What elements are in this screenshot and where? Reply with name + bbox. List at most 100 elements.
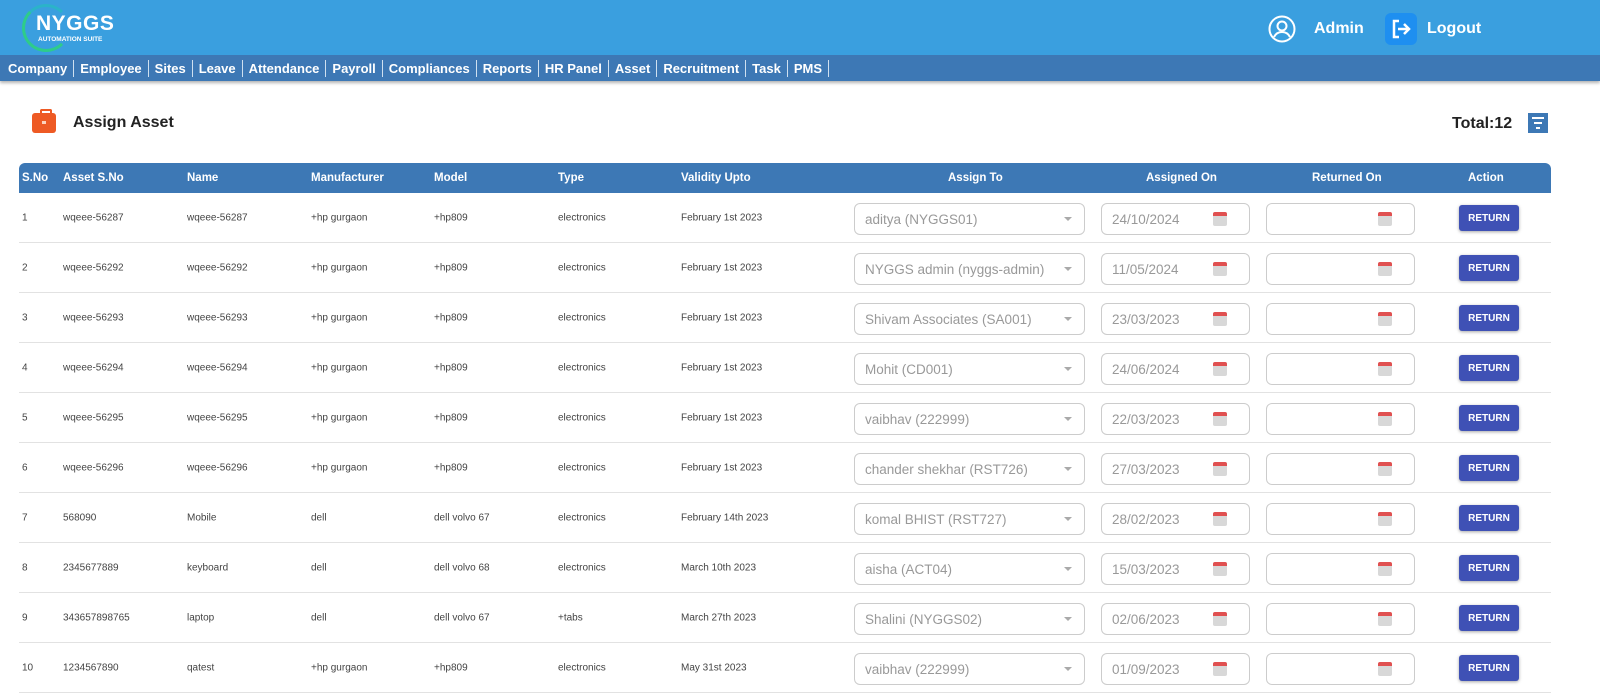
- assign-to-select[interactable]: chander shekhar (RST726): [854, 453, 1085, 485]
- return-button[interactable]: RETURN: [1459, 505, 1519, 531]
- column-header: Name: [187, 172, 219, 184]
- nav-asset[interactable]: Asset: [609, 59, 658, 77]
- cell-mfr: +hp gurgaon: [311, 412, 368, 423]
- calendar-icon[interactable]: [1213, 562, 1227, 576]
- column-header: Type: [558, 172, 584, 184]
- calendar-icon[interactable]: [1213, 612, 1227, 626]
- assign-to-value: vaibhav (222999): [865, 411, 970, 427]
- calendar-icon[interactable]: [1378, 362, 1392, 376]
- assigned-on-input[interactable]: 22/03/2023: [1101, 403, 1250, 435]
- assigned-on-input[interactable]: 24/10/2024: [1101, 203, 1250, 235]
- cell-asset: 568090: [63, 512, 97, 523]
- assign-to-select[interactable]: komal BHIST (RST727): [854, 503, 1085, 535]
- returned-on-input[interactable]: [1266, 253, 1415, 285]
- calendar-icon[interactable]: [1213, 662, 1227, 676]
- nav-company[interactable]: Company: [2, 59, 75, 77]
- calendar-icon[interactable]: [1378, 512, 1392, 526]
- filter-icon[interactable]: [1528, 113, 1548, 133]
- assigned-on-input[interactable]: 01/09/2023: [1101, 653, 1250, 685]
- cell-validity: March 10th 2023: [681, 562, 757, 573]
- table-row: 9 343657898765 laptop dell dell volvo 67 +tab…: [19, 593, 1551, 643]
- return-button[interactable]: RETURN: [1459, 255, 1519, 281]
- calendar-icon[interactable]: [1213, 362, 1227, 376]
- returned-on-input[interactable]: [1266, 553, 1415, 585]
- assign-to-select[interactable]: Shalini (NYGGS02): [854, 603, 1085, 635]
- assign-to-select[interactable]: NYGGS admin (nyggs-admin): [854, 253, 1085, 285]
- nav-task[interactable]: Task: [746, 59, 788, 77]
- returned-on-input[interactable]: [1266, 603, 1415, 635]
- assigned-on-value: 11/05/2024: [1112, 261, 1179, 277]
- assigned-on-value: 24/06/2024: [1112, 361, 1180, 377]
- returned-on-input[interactable]: [1266, 653, 1415, 685]
- return-button[interactable]: RETURN: [1459, 405, 1519, 431]
- calendar-icon[interactable]: [1378, 462, 1392, 476]
- return-button[interactable]: RETURN: [1459, 555, 1519, 581]
- cell-name: wqeee-56294: [187, 362, 248, 373]
- return-button[interactable]: RETURN: [1459, 655, 1519, 681]
- cell-sno: 7: [22, 512, 28, 523]
- calendar-icon[interactable]: [1213, 262, 1227, 276]
- nav-leave[interactable]: Leave: [193, 59, 243, 77]
- nav-payroll[interactable]: Payroll: [326, 59, 383, 77]
- table-row: 7 568090 Mobile dell dell volvo 67 electronic…: [19, 493, 1551, 543]
- assigned-on-input[interactable]: 23/03/2023: [1101, 303, 1250, 335]
- assigned-on-input[interactable]: 02/06/2023: [1101, 603, 1250, 635]
- cell-sno: 3: [22, 312, 28, 323]
- assigned-on-input[interactable]: 28/02/2023: [1101, 503, 1250, 535]
- assigned-on-input[interactable]: 24/06/2024: [1101, 353, 1250, 385]
- returned-on-input[interactable]: [1266, 503, 1415, 535]
- nav-sites[interactable]: Sites: [149, 59, 193, 77]
- return-button[interactable]: RETURN: [1459, 305, 1519, 331]
- returned-on-input[interactable]: [1266, 203, 1415, 235]
- calendar-icon[interactable]: [1378, 312, 1392, 326]
- briefcase-icon: [32, 109, 56, 133]
- cell-sno: 10: [22, 662, 34, 673]
- nav-reports[interactable]: Reports: [477, 59, 539, 77]
- assign-to-select[interactable]: aditya (NYGGS01): [854, 203, 1085, 235]
- assigned-on-input[interactable]: 15/03/2023: [1101, 553, 1250, 585]
- calendar-icon[interactable]: [1213, 512, 1227, 526]
- return-button[interactable]: RETURN: [1459, 355, 1519, 381]
- assign-to-select[interactable]: Mohit (CD001): [854, 353, 1085, 385]
- nav-hr-panel[interactable]: HR Panel: [539, 59, 609, 77]
- assign-to-value: aisha (ACT04): [865, 561, 953, 577]
- nav-compliances[interactable]: Compliances: [383, 59, 477, 77]
- assign-to-select[interactable]: Shivam Associates (SA001): [854, 303, 1085, 335]
- return-button[interactable]: RETURN: [1459, 605, 1519, 631]
- calendar-icon[interactable]: [1213, 412, 1227, 426]
- column-header: Validity Upto: [681, 172, 751, 184]
- return-button[interactable]: RETURN: [1459, 205, 1519, 231]
- calendar-icon[interactable]: [1213, 312, 1227, 326]
- assigned-on-input[interactable]: 27/03/2023: [1101, 453, 1250, 485]
- logout-button[interactable]: Logout: [1385, 13, 1481, 45]
- calendar-icon[interactable]: [1378, 612, 1392, 626]
- calendar-icon[interactable]: [1213, 462, 1227, 476]
- assign-to-value: Mohit (CD001): [865, 361, 953, 377]
- nav-attendance[interactable]: Attendance: [243, 59, 327, 77]
- assign-to-select[interactable]: aisha (ACT04): [854, 553, 1085, 585]
- nav-employee[interactable]: Employee: [74, 59, 149, 77]
- nav-pms[interactable]: PMS: [788, 59, 830, 77]
- cell-name: laptop: [187, 612, 215, 623]
- returned-on-input[interactable]: [1266, 403, 1415, 435]
- assigned-on-input[interactable]: 11/05/2024: [1101, 253, 1250, 285]
- cell-asset: 343657898765: [63, 612, 130, 623]
- assign-to-select[interactable]: vaibhav (222999): [854, 403, 1085, 435]
- calendar-icon[interactable]: [1378, 562, 1392, 576]
- calendar-icon[interactable]: [1378, 212, 1392, 226]
- cell-name: wqeee-56293: [187, 312, 248, 323]
- nav-recruitment[interactable]: Recruitment: [657, 59, 747, 77]
- nyggs-logo[interactable]: NYGGS AUTOMATION SUITE: [22, 4, 132, 52]
- calendar-icon[interactable]: [1378, 262, 1392, 276]
- return-button[interactable]: RETURN: [1459, 455, 1519, 481]
- cell-model: dell volvo 68: [434, 562, 490, 573]
- calendar-icon[interactable]: [1378, 662, 1392, 676]
- returned-on-input[interactable]: [1266, 303, 1415, 335]
- returned-on-input[interactable]: [1266, 353, 1415, 385]
- cell-type: electronics: [558, 562, 606, 573]
- returned-on-input[interactable]: [1266, 453, 1415, 485]
- assign-to-select[interactable]: vaibhav (222999): [854, 653, 1085, 685]
- user-menu[interactable]: Admin: [1268, 15, 1364, 43]
- calendar-icon[interactable]: [1213, 212, 1227, 226]
- calendar-icon[interactable]: [1378, 412, 1392, 426]
